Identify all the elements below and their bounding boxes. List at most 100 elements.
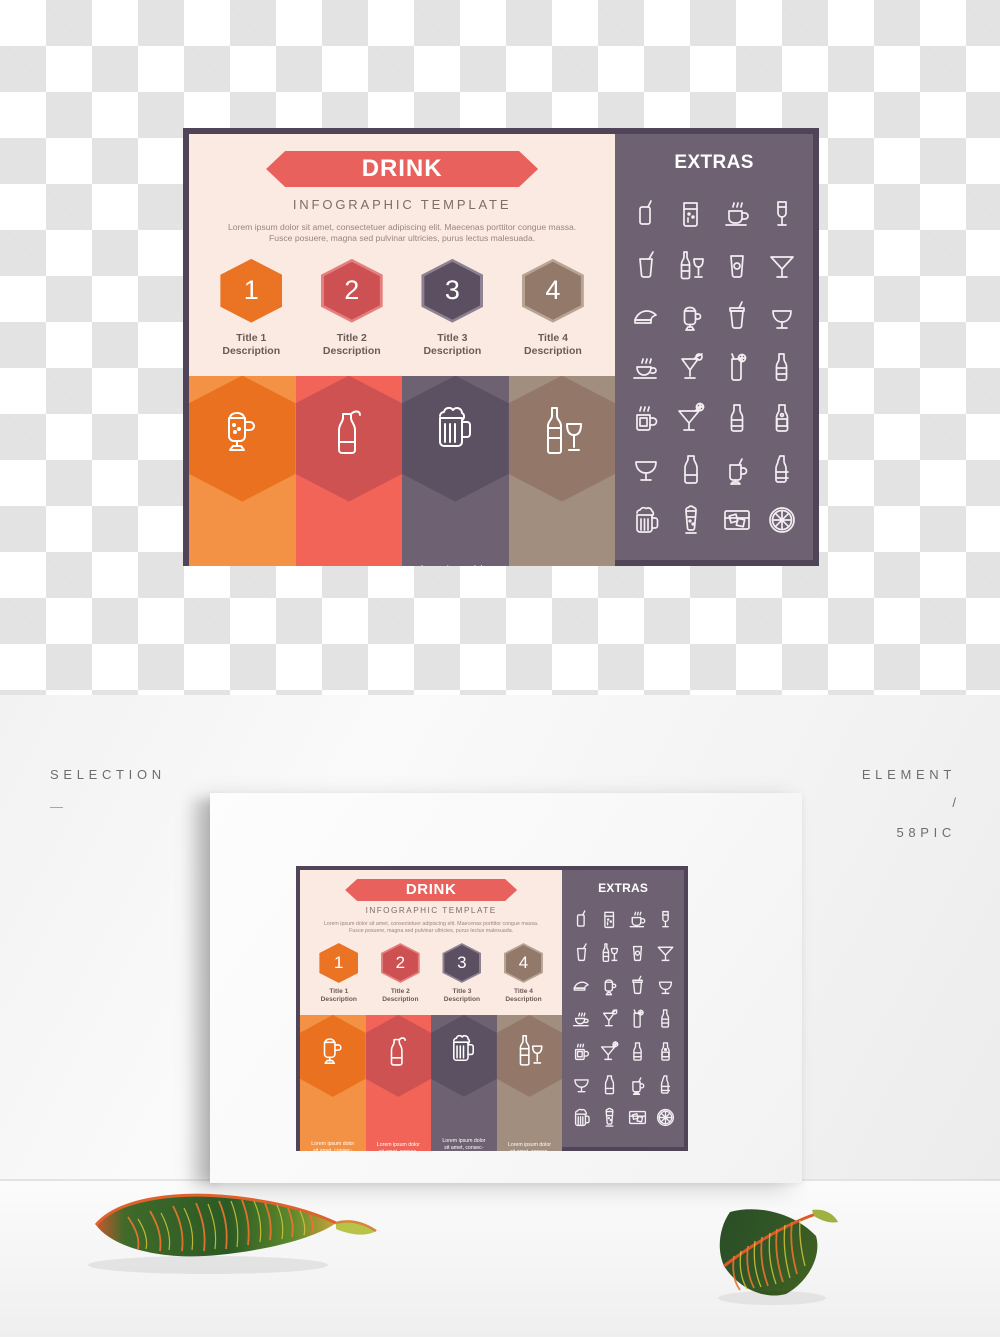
artwork-subtitle-mockup: INFOGRAPHIC TEMPLATE <box>365 906 497 915</box>
step-cell-1: 1 Title 1 Description <box>220 258 283 359</box>
label-element: ELEMENT <box>861 767 956 782</box>
cocktail-cherry-glass-icon <box>669 341 714 392</box>
drink-infographic-artwork: DRINK INFOGRAPHIC TEMPLATE Lorem ipsum d… <box>183 128 819 566</box>
step-title-text-1: Title 1 <box>236 331 267 344</box>
drink-infographic-artwork-mockup: DRINK INFOGRAPHIC TEMPLATE Lorem ipsum d… <box>296 866 688 1151</box>
step-title-text-mockup-4: Title 4 <box>514 987 533 995</box>
citrus-slice-icon <box>651 1101 679 1134</box>
artwork-main-panel: DRINK INFOGRAPHIC TEMPLATE Lorem ipsum d… <box>189 134 616 566</box>
soda-can-straw-icon <box>567 903 595 936</box>
step-number-mockup-2: 2 <box>395 952 406 972</box>
artwork-title-banner: DRINK <box>266 151 539 187</box>
step-title-text-mockup-3: Title 3 <box>452 987 472 995</box>
martini-glass-icon <box>651 936 679 969</box>
foamy-beer-mug-icon <box>623 494 668 545</box>
step-title-mockup-4: Title 4 Description <box>505 988 541 1005</box>
wine-bottle-glass-icon <box>595 936 623 969</box>
detail-text-mockup-1: Lorem ipsum dolor sit amet, consec-tetue… <box>311 1140 355 1151</box>
extras-panel: EXTRAS <box>615 134 813 560</box>
step-title-text-mockup-1: Title 1 <box>329 987 349 995</box>
wine-glass-icon <box>567 1068 595 1101</box>
beer-bottle-slim-icon <box>760 443 805 494</box>
step-desc-text-1: Description <box>222 345 281 358</box>
detail-column-2: Lorem ipsum dolor sit amet, consec-tetue… <box>295 375 403 566</box>
hot-coffee-mug-icon <box>567 1035 595 1068</box>
cocktail-cherry-glass-icon <box>595 1002 623 1035</box>
step-number-mockup-4: 4 <box>518 952 529 972</box>
beer-mug-icon <box>448 1033 479 1068</box>
water-bottle-icon <box>669 443 714 494</box>
step-cell-2: 2 Title 2 Description <box>320 258 383 359</box>
irish-coffee-mug-icon <box>219 404 265 459</box>
takeaway-cup-straw-icon <box>623 239 668 290</box>
step-hexagon-mockup-2: 2 <box>380 942 420 983</box>
pilsner-glass-icon <box>669 494 714 545</box>
step-hexagon-4: 4 <box>521 258 584 323</box>
artwork-inner-mockup: DRINK INFOGRAPHIC TEMPLATE Lorem ipsum d… <box>300 870 684 1151</box>
artwork-lead-paragraph-mockup: Lorem ipsum dolor sit amet, consectetuer… <box>323 921 539 934</box>
ice-cream-sundae-icon <box>623 290 668 341</box>
detail-column-1: Lorem ipsum dolor sit amet, consec-tetue… <box>189 375 296 566</box>
croton-leaf-left <box>88 1185 388 1275</box>
detail-text-3: Lorem ipsum dolor sit amet, consec-tetue… <box>402 563 509 566</box>
step-title-3: Title 3 Description <box>423 332 481 359</box>
step-title-mockup-2: Title 2 Description <box>382 988 418 1005</box>
extras-panel-title: EXTRAS <box>674 152 754 173</box>
martini-olive-icon <box>669 392 714 443</box>
coffee-cup-saucer-icon <box>714 188 759 239</box>
beer-bottle-icon <box>651 1002 679 1035</box>
coffee-togo-cup-icon <box>714 239 759 290</box>
highball-lemon-straw-icon <box>714 341 759 392</box>
step-number-mockup-1: 1 <box>334 952 344 972</box>
step-cell-mockup-4: 4 Title 4 Description <box>503 942 543 1005</box>
wine-bottle-glass-icon <box>514 1033 545 1072</box>
step-title-text-3: Title 3 <box>437 331 468 344</box>
whiskey-ice-cubes-icon <box>623 1101 651 1134</box>
step-desc-text-2: Description <box>322 345 381 358</box>
step-desc-text-mockup-2: Description <box>382 996 419 1004</box>
detail-column-mockup-4: Lorem ipsum dolor sit amet, consec-tetue… <box>496 1014 563 1151</box>
artwork-inner: DRINK INFOGRAPHIC TEMPLATE Lorem ipsum d… <box>189 134 813 566</box>
detail-column-mockup-2: Lorem ipsum dolor sit amet, consec-tetue… <box>365 1014 432 1151</box>
irish-coffee-mug-icon <box>669 290 714 341</box>
detail-column-3: Lorem ipsum dolor sit amet, consec-tetue… <box>402 375 509 566</box>
step-title-1: Title 1 Description <box>222 332 280 359</box>
detail-column-4: Lorem ipsum dolor sit amet, consec-tetue… <box>508 375 616 566</box>
label-slash: / <box>952 795 956 810</box>
champagne-flute-icon <box>651 903 679 936</box>
whiskey-ice-cubes-icon <box>714 494 759 545</box>
detail-text-mockup-2: Lorem ipsum dolor sit amet, consec-tetue… <box>376 1141 420 1151</box>
step-desc-text-4: Description <box>524 345 582 358</box>
wine-bottle-glass-icon <box>538 404 586 461</box>
detail-column-mockup-3: Lorem ipsum dolor sit amet, consec-tetue… <box>431 1014 497 1151</box>
numbered-steps-row-mockup: 1 Title 1 Description 2 Title 2 Descript… <box>300 942 562 1005</box>
step-cell-4: 4 Title 4 Description <box>521 258 584 359</box>
step-hexagon-mockup-3: 3 <box>442 942 482 983</box>
step-title-2: Title 2 Description <box>323 332 381 359</box>
banner-row: DRINK <box>189 151 615 187</box>
champagne-flute-icon <box>760 188 805 239</box>
hot-tea-cup-icon <box>623 341 668 392</box>
step-desc-text-mockup-1: Description <box>320 996 357 1004</box>
artwork-title-banner-mockup: DRINK <box>345 879 518 901</box>
step-desc-text-3: Description <box>423 345 482 358</box>
wine-bottle-label-icon <box>760 392 805 443</box>
detail-column-mockup-1: Lorem ipsum dolor sit amet, consec-tetue… <box>300 1014 366 1151</box>
numbered-steps-row: 1 Title 1 Description 2 Title 2 Descript… <box>189 258 615 359</box>
step-desc-text-mockup-3: Description <box>443 996 481 1004</box>
detail-text-mockup-4: Lorem ipsum dolor sit amet, consec-tetue… <box>507 1141 551 1151</box>
soda-can-straw-icon <box>623 188 668 239</box>
step-title-text-2: Title 2 <box>336 331 367 344</box>
water-glass-icon <box>669 188 714 239</box>
step-hexagon-1: 1 <box>220 258 283 323</box>
coffee-cup-saucer-icon <box>623 903 651 936</box>
step-number-3: 3 <box>444 275 460 306</box>
step-hexagon-mockup-1: 1 <box>319 942 359 983</box>
brandy-snifter-icon <box>760 290 805 341</box>
coffee-togo-cup-icon <box>623 936 651 969</box>
hot-drink-straw-mug-icon <box>623 1068 651 1101</box>
martini-glass-icon <box>760 239 805 290</box>
wine-bottle-glass-icon <box>669 239 714 290</box>
artwork-subtitle: INFOGRAPHIC TEMPLATE <box>292 197 512 212</box>
pilsner-glass-icon <box>595 1101 623 1134</box>
